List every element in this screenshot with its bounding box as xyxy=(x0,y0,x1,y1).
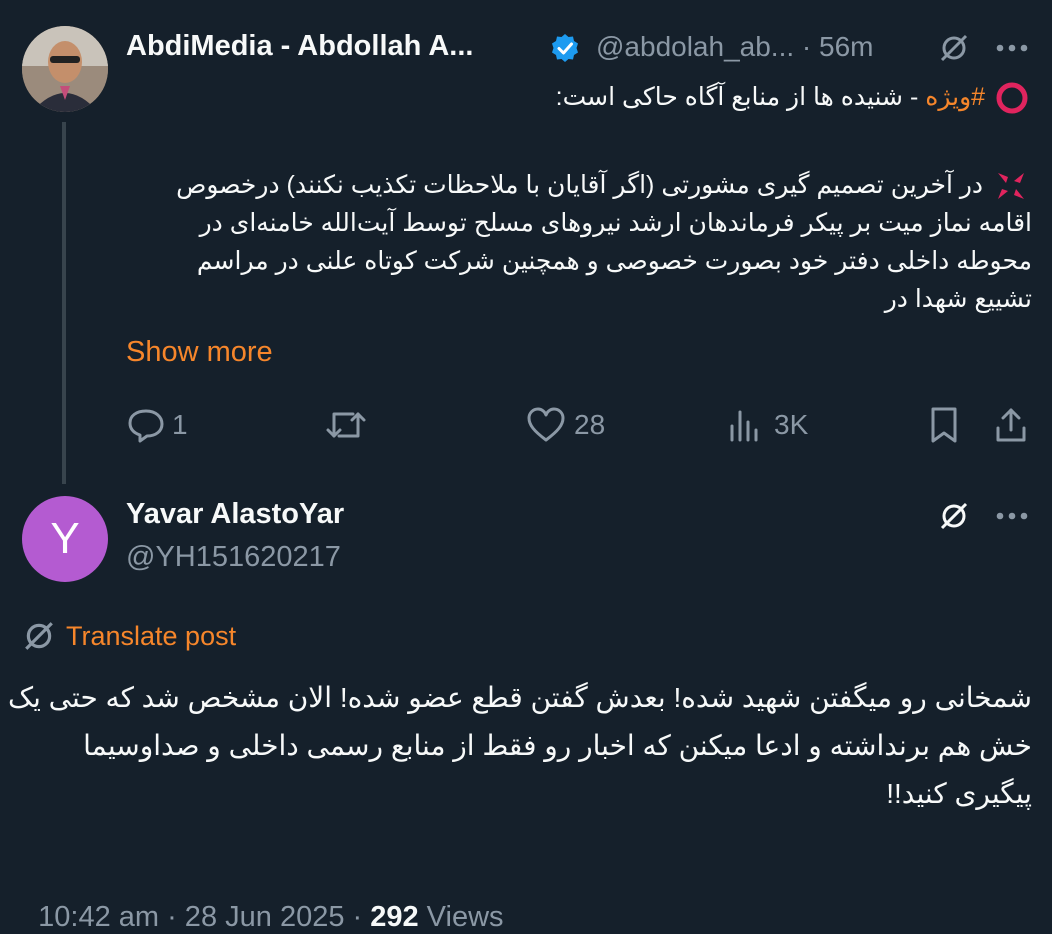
share-icon[interactable] xyxy=(990,404,1032,446)
views-number: 292 xyxy=(370,901,419,933)
views-count: 3K xyxy=(774,409,809,440)
repost-button[interactable] xyxy=(325,404,367,446)
translate-post-button[interactable]: Translate post xyxy=(22,618,236,654)
like-icon xyxy=(526,406,566,444)
translate-icon xyxy=(22,619,56,653)
grok-icon[interactable] xyxy=(936,498,972,534)
reply-count: 1 xyxy=(172,409,188,440)
more-icon[interactable] xyxy=(992,498,1032,534)
reply-body: شمخانی رو میگفتن شهید شده! بعدش گفتن قطع… xyxy=(8,674,1032,818)
body-line: تشییع شهدا در xyxy=(884,285,1032,313)
avatar-abdimedia[interactable] xyxy=(22,26,108,112)
red-circle-emoji xyxy=(992,81,1032,115)
thread-line xyxy=(62,122,66,484)
post-timestamp[interactable]: 10:42 am · 28 Jun 2025 · xyxy=(38,901,370,933)
more-icon[interactable] xyxy=(992,30,1032,66)
post-time[interactable]: 56m xyxy=(819,31,873,62)
views-button[interactable]: 3K xyxy=(728,404,808,446)
reply-button[interactable]: 1 xyxy=(126,404,188,446)
separator: · xyxy=(801,31,812,62)
reply-line: خش هم برنداشته و ادعا میکنن که اخبار رو … xyxy=(83,730,1032,761)
reply-icon xyxy=(126,406,166,444)
body-line: محوطه داخلی دفتر خود بصورت خصوصی و همچنی… xyxy=(196,247,1032,275)
body-line: در آخرین تصمیم گیری مشورتی (اگر آقایان ب… xyxy=(176,171,984,199)
like-count: 28 xyxy=(574,409,606,440)
reply-line: شمخانی رو میگفتن شهید شده! بعدش گفتن قطع… xyxy=(8,682,1032,713)
author-handle[interactable]: @abdolah_ab... xyxy=(596,31,794,62)
repost-icon xyxy=(325,406,367,444)
avatar-yavar[interactable]: Y xyxy=(22,496,108,582)
grok-icon[interactable] xyxy=(936,30,972,66)
show-more-link[interactable]: Show more xyxy=(126,336,273,369)
translate-label: Translate post xyxy=(66,620,237,651)
anger-emoji xyxy=(990,169,1032,203)
body-line: اقامه نماز میت بر پیکر فرماندهان ارشد نی… xyxy=(199,209,1032,237)
headline-text: - شنیده ها از منابع آگاه حاکی است: xyxy=(555,83,926,111)
avatar-letter: Y xyxy=(50,514,80,563)
author-name[interactable]: AbdiMedia - Abdollah A... xyxy=(126,30,473,63)
views-icon xyxy=(728,406,762,444)
verified-badge-icon xyxy=(547,30,583,66)
hashtag-link[interactable]: #ویژه xyxy=(925,83,985,111)
author-name[interactable]: Yavar AlastoYar xyxy=(126,498,344,531)
like-button[interactable]: 28 xyxy=(526,404,605,446)
author-handle[interactable]: @YH151620217 xyxy=(126,541,341,574)
reply-line: پیگیری کنید!! xyxy=(886,778,1032,809)
views-label: Views xyxy=(418,901,504,933)
bookmark-icon[interactable] xyxy=(924,404,964,446)
post-body: در آخرین تصمیم گیری مشورتی (اگر آقایان ب… xyxy=(127,166,1032,318)
